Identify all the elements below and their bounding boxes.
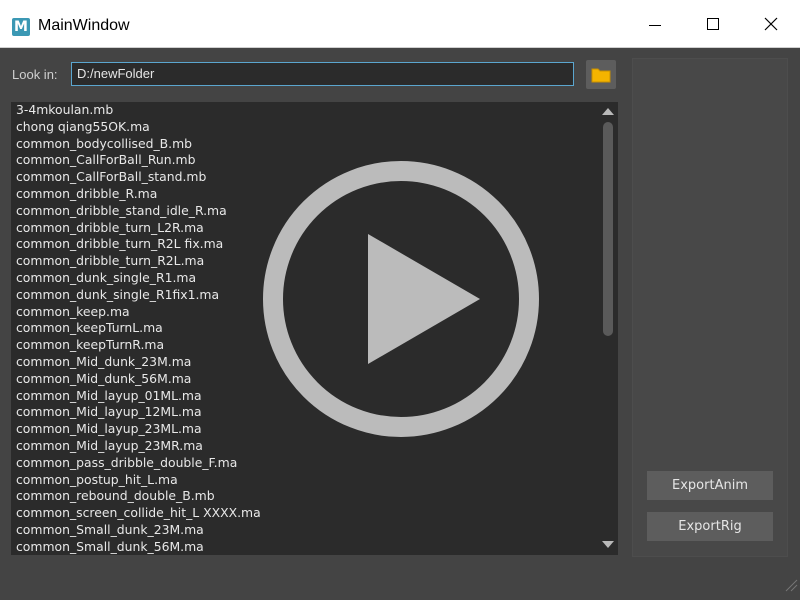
file-list-item[interactable]: 3-4mkoulan.mb [11,102,618,119]
maximize-icon [707,17,719,30]
play-icon[interactable] [260,158,542,440]
export-anim-button[interactable]: ExportAnim [647,471,773,500]
path-input[interactable]: D:/newFolder [71,62,574,86]
browse-folder-button[interactable] [586,60,616,89]
title-bar: M MainWindow [0,0,800,48]
file-list-item[interactable]: common_rebound_double_B.mb [11,488,618,505]
file-list-item[interactable]: chong qiang55OK.ma [11,119,618,136]
folder-icon [591,68,611,82]
file-list-item[interactable]: common_postup_hit_L.ma [11,472,618,489]
minimize-button[interactable] [626,0,684,47]
close-button[interactable] [742,0,800,47]
maximize-button[interactable] [684,0,742,47]
scroll-down-arrow-icon[interactable] [602,541,614,548]
file-list-item[interactable]: common_Small_dunk_23M.ma [11,522,618,539]
look-in-label: Look in: [12,67,58,82]
file-list-item[interactable]: common_Mid_layup_23MR.ma [11,438,618,455]
scroll-up-arrow-icon[interactable] [602,108,614,115]
maya-app-icon: M [12,18,30,36]
vertical-scrollbar[interactable] [598,102,618,555]
file-list-item[interactable]: common_screen_collide_hit_L XXXX.ma [11,505,618,522]
export-rig-button[interactable]: ExportRig [647,512,773,541]
file-list-item[interactable]: common_Small_dunk_56M.ma [11,539,618,555]
resize-grip-icon[interactable] [782,576,798,592]
scroll-thumb[interactable] [603,122,613,336]
window-title: MainWindow [38,17,130,34]
file-list-item[interactable]: common_bodycollised_B.mb [11,136,618,153]
file-list-item[interactable]: common_pass_dribble_double_F.ma [11,455,618,472]
minimize-icon [649,25,661,26]
close-icon [764,17,778,30]
